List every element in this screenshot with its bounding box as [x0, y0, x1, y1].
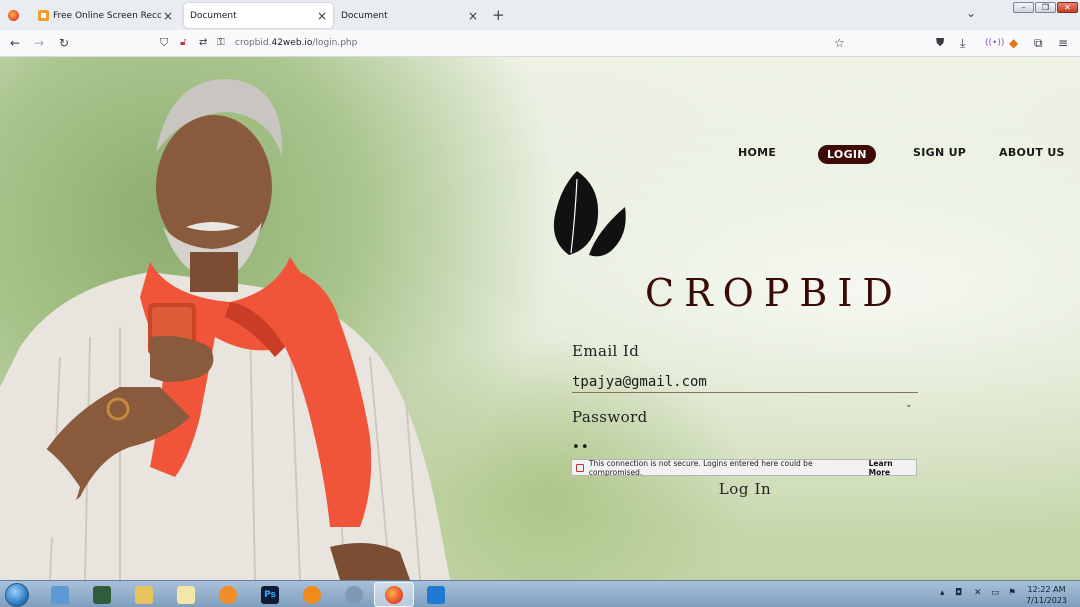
- menu-icon[interactable]: ≡: [1058, 36, 1068, 50]
- learn-more-link[interactable]: Learn More: [869, 459, 916, 477]
- clock-date: 7/11/2023: [1026, 596, 1068, 605]
- pocket-icon[interactable]: ⛊: [936, 36, 944, 50]
- nav-signup[interactable]: SIGN UP: [913, 146, 966, 159]
- forward-arrow-icon[interactable]: →: [34, 36, 44, 50]
- tab-title: Document: [341, 10, 388, 21]
- tab-title: Free Online Screen Recorder &: [53, 10, 161, 21]
- warning-text: This connection is not secure. Logins en…: [588, 458, 813, 477]
- media-player-icon[interactable]: [208, 582, 248, 607]
- firefox-taskbar-icon[interactable]: [374, 582, 414, 607]
- key-icon[interactable]: ⚿: [217, 36, 225, 50]
- windows-taskbar: Ps ▴ ◘ ✕ ▭ ⚑ 12:22 AM 7/11/2023: [0, 580, 1080, 607]
- metamask-icon[interactable]: ◆: [1009, 36, 1018, 50]
- tab-title: Document: [190, 10, 237, 21]
- clock-time: 12:22 AM: [1027, 585, 1066, 594]
- email-label: Email Id: [572, 342, 640, 360]
- firefox-icon: [8, 10, 19, 21]
- photoshop-icon[interactable]: Ps: [250, 582, 290, 607]
- tab-close-icon[interactable]: ×: [161, 9, 175, 23]
- tray-shield-icon[interactable]: ✕: [974, 588, 982, 598]
- flag-icon[interactable]: ⚑: [1008, 588, 1016, 598]
- permissions-icon[interactable]: ⇄: [199, 36, 207, 50]
- explorer-icon[interactable]: [40, 582, 80, 607]
- vscode-icon[interactable]: [416, 582, 456, 607]
- url-prefix: cropbid.: [235, 38, 272, 48]
- list-all-tabs-button[interactable]: ⌄: [966, 6, 976, 20]
- system-clock[interactable]: 12:22 AM 7/11/2023: [1026, 584, 1067, 606]
- shield-icon[interactable]: ⛉: [160, 36, 168, 50]
- downloads-icon[interactable]: ⤓: [960, 36, 965, 50]
- tab-close-icon[interactable]: ×: [315, 9, 329, 23]
- url-bar[interactable]: cropbid.42web.io/login.php: [235, 38, 357, 48]
- folder-icon[interactable]: [124, 582, 164, 607]
- leaf-logo-icon: [553, 171, 626, 257]
- email-value: tpajya@gmail.com: [572, 374, 707, 390]
- tray-app-icon[interactable]: ◘: [955, 588, 962, 598]
- back-arrow-icon[interactable]: ←: [10, 36, 20, 50]
- start-button-icon[interactable]: [5, 583, 29, 607]
- notepad-icon[interactable]: [166, 582, 206, 607]
- password-label: Password: [572, 408, 648, 426]
- extension-icon[interactable]: ((•)): [985, 36, 1004, 50]
- tab-document-active[interactable]: Document ×: [184, 3, 333, 28]
- autofill-chevron-down-icon[interactable]: ⌄: [905, 400, 913, 410]
- tab-close-icon[interactable]: ×: [466, 9, 480, 23]
- farmer-image: [0, 78, 450, 580]
- bookmark-star-icon[interactable]: ☆: [834, 36, 845, 50]
- close-window-button[interactable]: ✕: [1057, 2, 1078, 13]
- snipping-icon[interactable]: [334, 582, 374, 607]
- photoshop-glyph: Ps: [261, 585, 279, 604]
- nav-about[interactable]: ABOUT US: [999, 146, 1065, 159]
- tab-strip: Free Online Screen Recorder & × Document…: [0, 0, 1080, 30]
- terminal-icon[interactable]: [82, 582, 122, 607]
- nav-home[interactable]: HOME: [738, 146, 776, 159]
- tab-screen-recorder[interactable]: Free Online Screen Recorder & ×: [31, 3, 179, 28]
- nav-login[interactable]: LOGIN: [818, 145, 876, 164]
- new-tab-button[interactable]: +: [492, 6, 505, 24]
- url-path: /login.php: [312, 38, 358, 48]
- insecure-lock-icon[interactable]: 🔓︎: [180, 36, 186, 50]
- insecure-lock-icon: [576, 463, 584, 472]
- recorder-favicon-icon: [38, 10, 49, 21]
- network-icon[interactable]: ▭: [991, 588, 1000, 598]
- tab-document[interactable]: Document ×: [336, 3, 484, 28]
- url-host: 42web.io: [271, 38, 313, 48]
- nav-toolbar: ← → ↻ ⛉ 🔓︎ ⇄ ⚿ cropbid.42web.io/login.ph…: [0, 30, 1080, 57]
- brand-name: CROPBID: [645, 271, 903, 315]
- tray-expand-icon[interactable]: ▴: [940, 588, 945, 598]
- login-submit-button[interactable]: Log In: [700, 480, 790, 502]
- insecure-login-warning: This connection is not secure. Logins en…: [571, 458, 917, 477]
- restore-button[interactable]: ❐: [1035, 2, 1056, 13]
- password-field[interactable]: ••: [572, 440, 590, 455]
- firefox-view-button[interactable]: [3, 5, 25, 25]
- extensions-puzzle-icon[interactable]: ⧉: [1034, 36, 1043, 50]
- fl-studio-icon[interactable]: [292, 582, 332, 607]
- minimize-button[interactable]: –: [1013, 2, 1034, 13]
- page-viewport: HOME LOGIN SIGN UP ABOUT US CROPBID Emai…: [0, 57, 1080, 580]
- reload-icon[interactable]: ↻: [59, 36, 69, 50]
